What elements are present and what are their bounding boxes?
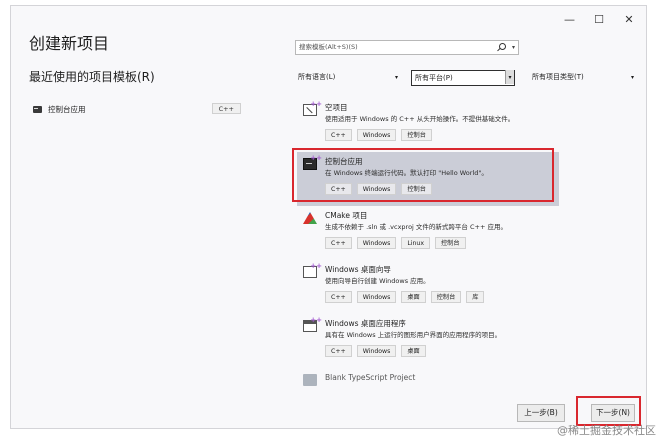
console-app-icon: ++ xyxy=(303,154,322,170)
template-blank-typescript[interactable]: Blank TypeScript Project xyxy=(297,368,559,392)
prev-button[interactable]: 上一步(B) xyxy=(517,404,565,422)
language-filter-value: 所有语言(L) xyxy=(298,73,336,81)
recent-template-lang: C++ xyxy=(211,103,241,114)
recent-template-item[interactable]: 控制台应用 C++ xyxy=(33,102,241,116)
template-tag: 库 xyxy=(466,291,485,303)
template-console-app[interactable]: ++ 控制台应用 在 Windows 终端运行代码。默认打印 "Hello Wo… xyxy=(297,152,559,206)
template-tag: C++ xyxy=(325,345,352,357)
recent-template-name: 控制台应用 xyxy=(48,104,86,114)
template-name: Windows 桌面应用程序 xyxy=(325,319,406,328)
template-name: 控制台应用 xyxy=(325,157,363,166)
template-desc: 使用适用于 Windows 的 C++ 从头开始操作。不提供基础文件。 xyxy=(325,115,515,123)
next-button[interactable]: 下一步(N) xyxy=(591,404,635,422)
template-desc: 具有在 Windows 上运行的图形用户界面的应用程序的项目。 xyxy=(325,331,502,339)
template-name: Blank TypeScript Project xyxy=(325,373,416,382)
cmake-icon xyxy=(303,212,317,224)
template-desc: 使用向导自行创建 Windows 应用。 xyxy=(325,277,430,285)
template-tag: Windows xyxy=(356,291,397,303)
template-tag: Windows xyxy=(356,345,397,357)
template-tag: Linux xyxy=(401,237,430,249)
template-tag: C++ xyxy=(325,183,352,195)
close-icon[interactable]: ✕ xyxy=(624,14,634,26)
template-desc: 生成不依赖于 .sln 或 .vcxproj 文件的新式跨平台 C++ 应用。 xyxy=(325,223,507,231)
chevron-down-icon: ▾ xyxy=(394,74,398,81)
maximize-icon[interactable]: ☐ xyxy=(594,14,604,26)
new-project-dialog: — ☐ ✕ 创建新项目 最近使用的项目模板(R) 控制台应用 C++ 搜索模板(… xyxy=(10,5,647,429)
template-tag: 控制台 xyxy=(435,237,466,249)
template-desc: 在 Windows 终端运行代码。默认打印 "Hello World"。 xyxy=(325,169,488,177)
template-tag: Windows xyxy=(356,183,397,195)
recent-templates-title: 最近使用的项目模板(R) xyxy=(29,70,155,84)
template-tag: C++ xyxy=(325,237,352,249)
chevron-down-icon[interactable]: ▾ xyxy=(512,41,515,54)
project-type-filter[interactable]: 所有项目类型(T) ▾ xyxy=(529,70,637,86)
template-cmake-project[interactable]: CMake 项目 生成不依赖于 .sln 或 .vcxproj 文件的新式跨平台… xyxy=(297,206,559,260)
minimize-icon[interactable]: — xyxy=(564,14,575,26)
template-tag: C++ xyxy=(325,291,352,303)
template-tag: 桌面 xyxy=(401,345,426,357)
desktop-app-icon: ++ xyxy=(303,316,322,332)
template-name: 空项目 xyxy=(325,103,348,112)
template-tag: Windows xyxy=(356,237,397,249)
template-tag: Windows xyxy=(356,129,397,141)
platform-filter[interactable]: 所有平台(P) ▾ xyxy=(411,70,515,86)
template-desktop-wizard[interactable]: ++ Windows 桌面向导 使用向导自行创建 Windows 应用。 C++… xyxy=(297,260,559,314)
template-tag: C++ xyxy=(325,129,352,141)
watermark: @稀土掘金技术社区 xyxy=(557,424,656,437)
search-input[interactable]: 搜索模板(Alt+S)(S) ▾ xyxy=(295,40,519,55)
empty-project-icon: ++ xyxy=(303,100,322,116)
chevron-down-icon: ▾ xyxy=(630,74,634,81)
search-icon[interactable] xyxy=(499,43,506,50)
wizard-icon: ++ xyxy=(303,262,322,278)
template-tag: 控制台 xyxy=(430,291,462,303)
platform-filter-value: 所有平台(P) xyxy=(415,74,453,82)
project-type-filter-value: 所有项目类型(T) xyxy=(532,73,584,81)
template-desktop-app[interactable]: ++ Windows 桌面应用程序 具有在 Windows 上运行的图形用户界面… xyxy=(297,314,559,368)
typescript-icon xyxy=(303,374,317,386)
chevron-down-icon: ▾ xyxy=(505,70,514,84)
page-title: 创建新项目 xyxy=(29,34,110,53)
template-name: CMake 项目 xyxy=(325,211,368,220)
template-tag: 控制台 xyxy=(401,129,432,141)
window-controls: — ☐ ✕ xyxy=(564,14,634,26)
template-tag: 控制台 xyxy=(401,183,432,195)
template-tag: 桌面 xyxy=(401,291,426,303)
console-app-icon xyxy=(33,105,42,113)
template-name: Windows 桌面向导 xyxy=(325,265,391,274)
template-list: ++ 空项目 使用适用于 Windows 的 C++ 从头开始操作。不提供基础文… xyxy=(297,98,559,386)
search-placeholder: 搜索模板(Alt+S)(S) xyxy=(299,43,358,51)
template-empty-project[interactable]: ++ 空项目 使用适用于 Windows 的 C++ 从头开始操作。不提供基础文… xyxy=(297,98,559,152)
language-filter[interactable]: 所有语言(L) ▾ xyxy=(295,70,401,86)
